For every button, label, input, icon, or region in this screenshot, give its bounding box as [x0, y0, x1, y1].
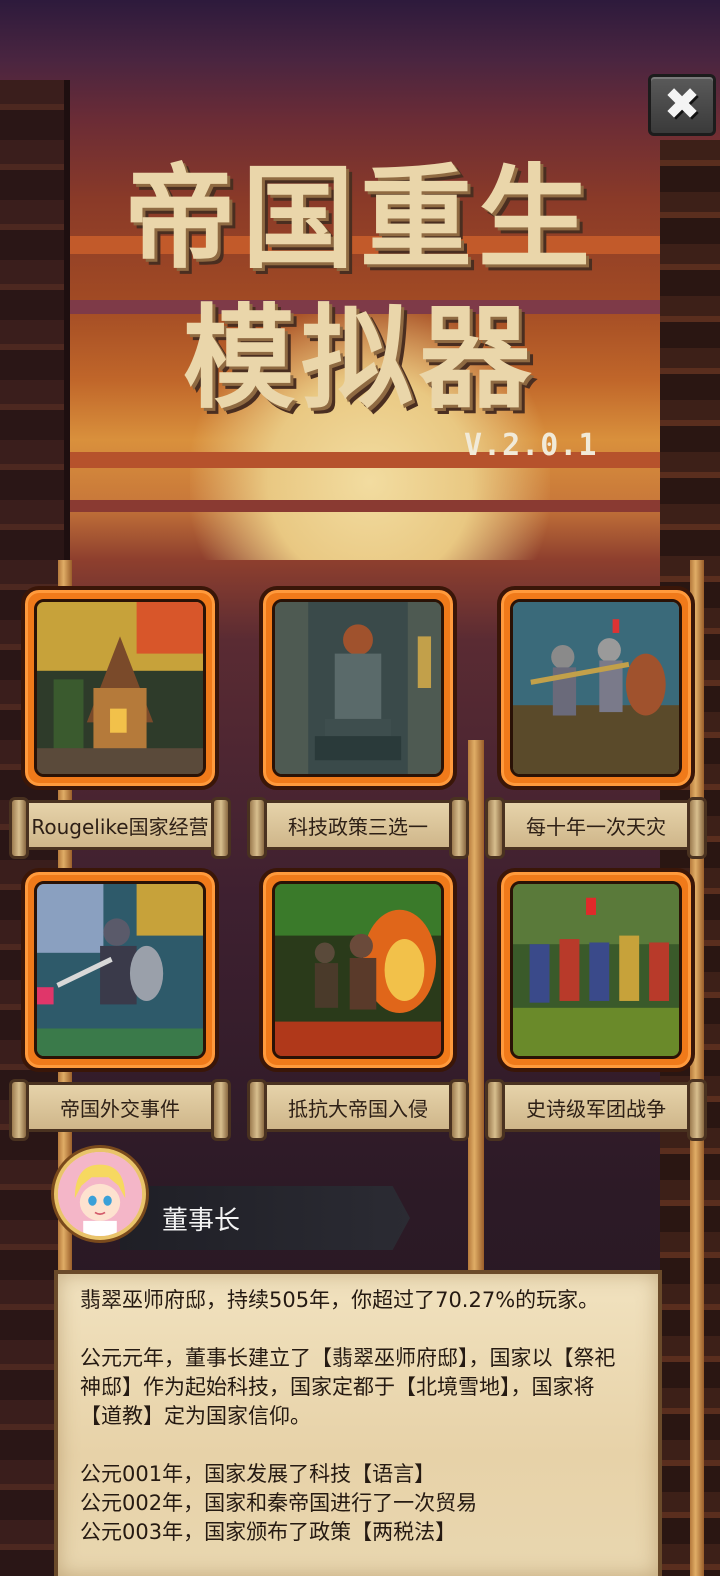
card-frame	[21, 868, 219, 1072]
card-frame	[259, 868, 457, 1072]
statue-art	[272, 599, 444, 777]
feature-label-scroll: 科技政策三选一	[247, 797, 469, 859]
log-entry: 公元001年，国家发展了科技【语言】	[80, 1462, 436, 1486]
feature-label-scroll: 每十年一次天灾	[485, 797, 707, 859]
feature-card-legion-war[interactable]: 史诗级军团战争	[485, 868, 707, 1141]
cloud-band	[0, 452, 720, 468]
village-art	[34, 599, 206, 777]
feature-label: 每十年一次天灾	[526, 814, 666, 839]
feature-label-scroll: 帝国外交事件	[9, 1079, 231, 1141]
card-frame	[497, 586, 695, 790]
feature-label: 帝国外交事件	[60, 1096, 180, 1121]
fire-battle-art	[272, 881, 444, 1059]
user-name: 董事长	[162, 1205, 241, 1236]
feature-card-invasion[interactable]: 抵抗大帝国入侵	[247, 868, 469, 1141]
feature-label: 史诗级军团战争	[526, 1096, 666, 1121]
log-entry: 公元002年，国家和秦帝国进行了一次贸易	[80, 1491, 478, 1515]
feature-label-scroll: 史诗级军团战争	[485, 1079, 707, 1141]
warrior-art	[34, 881, 206, 1059]
feature-label: 科技政策三选一	[288, 814, 428, 839]
log-entry: 公元003年，国家颁布了政策【两税法】	[80, 1520, 457, 1544]
card-frame	[497, 868, 695, 1072]
card-frame	[21, 586, 219, 790]
feature-card-disaster[interactable]: 每十年一次天灾	[485, 586, 707, 859]
log-summary: 翡翠巫师府邸，持续505年，你超过了70.27%的玩家。	[80, 1288, 600, 1312]
close-button[interactable]: ✖	[648, 74, 716, 136]
feature-card-diplomacy[interactable]: 帝国外交事件	[9, 868, 231, 1141]
avatar-icon[interactable]	[54, 1148, 146, 1240]
log-intro: 公元元年，董事长建立了【翡翠巫师府邸】，国家以【祭祀神邸】作为起始科技，国家定都…	[80, 1346, 616, 1428]
feature-card-tech-policy[interactable]: 科技政策三选一	[247, 586, 469, 859]
feature-label-scroll: Rougelike国家经营	[9, 797, 231, 859]
user-name-banner: 董事长	[120, 1186, 410, 1250]
feature-label-scroll: 抵抗大帝国入侵	[247, 1079, 469, 1141]
knights-art	[510, 599, 682, 777]
legion-art	[510, 881, 682, 1059]
close-icon: ✖	[663, 79, 701, 130]
history-log: 翡翠巫师府邸，持续505年，你超过了70.27%的玩家。 公元元年，董事长建立了…	[54, 1270, 662, 1576]
game-title-line2: 模拟器	[183, 294, 537, 424]
version-label: V.2.0.1	[464, 428, 598, 463]
cloud-band	[0, 500, 720, 512]
feature-card-rougelike[interactable]: Rougelike国家经营	[9, 586, 231, 859]
game-title-line1: 帝国重生	[124, 154, 596, 284]
card-frame	[259, 586, 457, 790]
feature-label: 抵抗大帝国入侵	[288, 1096, 428, 1121]
feature-label: Rougelike国家经营	[31, 814, 209, 839]
